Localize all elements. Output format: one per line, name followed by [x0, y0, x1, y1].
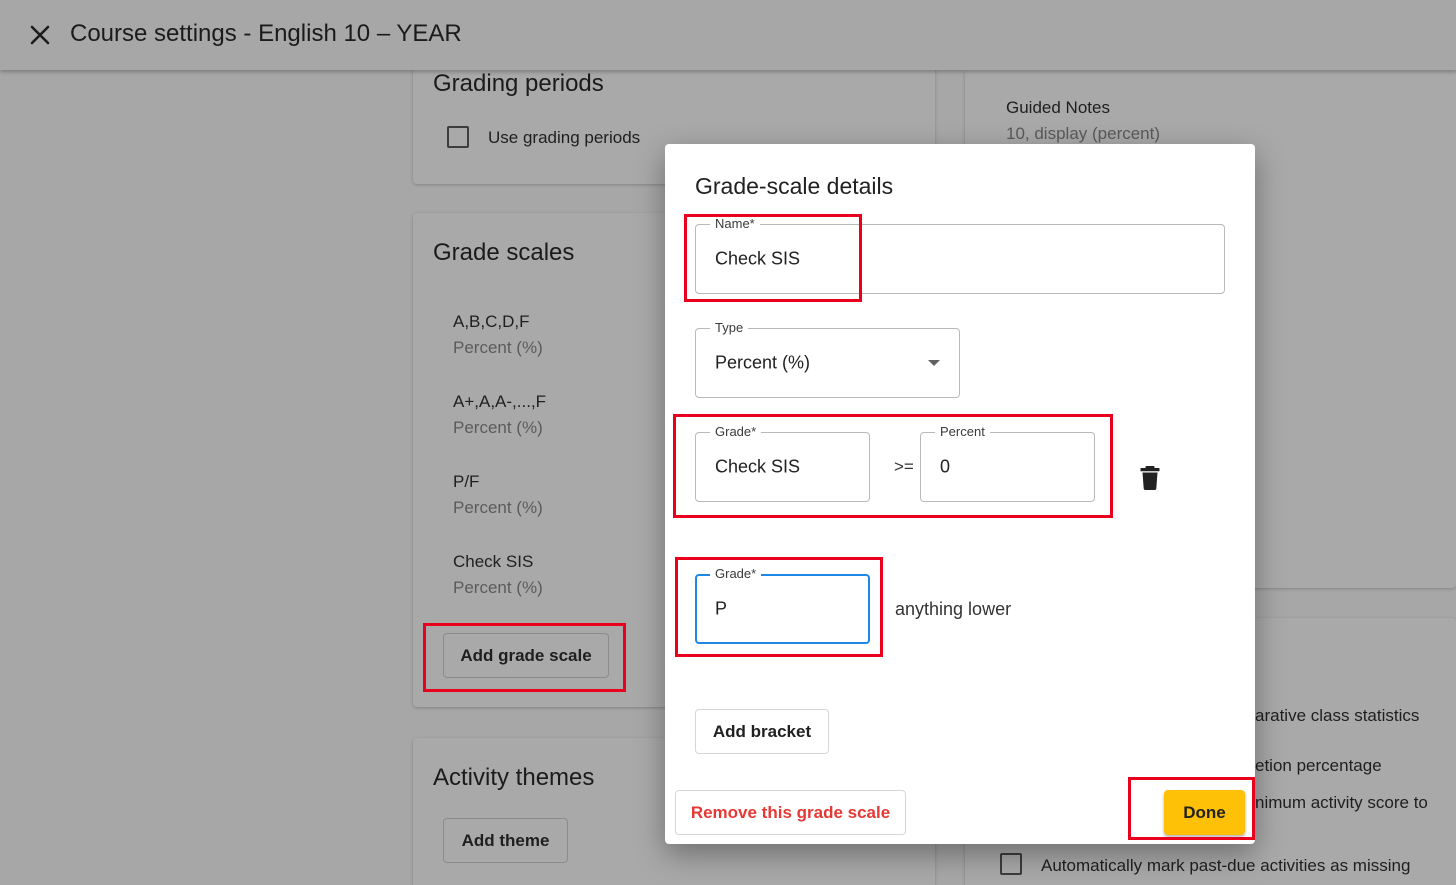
type-select-value: Percent (%) — [715, 352, 811, 373]
grade-scale-name[interactable]: Check SIS — [453, 552, 533, 572]
grade-scale-type: Percent (%) — [453, 418, 543, 437]
grade-scale-type: Percent (%) — [453, 578, 543, 597]
grade-field-label: Grade* — [710, 566, 762, 582]
name-field-value: Check SIS — [715, 248, 801, 269]
add-grade-scale-button[interactable]: Add grade scale — [443, 633, 609, 678]
grading-periods-title: Grading periods — [433, 70, 604, 97]
auto-mark-missing-checkbox[interactable] — [1000, 853, 1022, 875]
percent-field-value: 0 — [940, 456, 951, 477]
grade-scale-name[interactable]: P/F — [453, 472, 479, 492]
grade-scale-name[interactable]: A+,A,A-,...,F — [453, 392, 546, 412]
option-minimum-score: nimum activity score to — [1255, 793, 1428, 812]
close-icon[interactable] — [26, 21, 54, 49]
remove-grade-scale-button[interactable]: Remove this grade scale — [675, 790, 906, 835]
grade-field-label: Grade* — [710, 424, 762, 440]
bracket-percent-field[interactable]: Percent 0 — [920, 424, 1095, 502]
operator-label: >= — [894, 457, 914, 476]
auto-mark-missing-label: Automatically mark past-due activities a… — [1041, 856, 1411, 875]
top-app-bar: Course settings - English 10 – YEAR — [0, 0, 1456, 70]
type-select[interactable]: Type Percent (%) — [695, 320, 960, 398]
bracket-grade-field[interactable]: Grade* Check SIS — [695, 424, 870, 502]
grade-scales-title: Grade scales — [433, 239, 575, 266]
lowest-grade-field[interactable]: Grade* P — [695, 566, 870, 644]
grade-scale-type: Percent (%) — [453, 338, 543, 357]
page-title: Course settings - English 10 – YEAR — [70, 20, 462, 47]
chevron-down-icon — [928, 360, 940, 366]
guided-notes-title: Guided Notes — [1006, 98, 1110, 117]
add-theme-button[interactable]: Add theme — [443, 818, 568, 863]
dialog-title: Grade-scale details — [695, 173, 894, 199]
use-grading-periods-checkbox[interactable] — [447, 126, 469, 148]
grade-scale-name[interactable]: A,B,C,D,F — [453, 312, 530, 332]
grade-field-value: P — [715, 598, 728, 619]
name-field-label: Name* — [710, 216, 760, 232]
option-completion-percentage: etion percentage — [1255, 756, 1382, 775]
grade-scale-type: Percent (%) — [453, 498, 543, 517]
percent-field-label: Percent — [935, 424, 990, 440]
anything-lower-label: anything lower — [895, 599, 1012, 619]
name-field[interactable]: Name* Check SIS — [695, 216, 1225, 294]
grade-field-value: Check SIS — [715, 456, 801, 477]
done-button[interactable]: Done — [1164, 790, 1245, 835]
add-bracket-button[interactable]: Add bracket — [695, 709, 829, 754]
grade-scale-details-dialog: Grade-scale details Name* Check SIS Type… — [665, 144, 1255, 844]
trash-icon[interactable] — [1138, 465, 1162, 491]
guided-notes-subtitle: 10, display (percent) — [1006, 124, 1161, 143]
option-class-statistics: arative class statistics — [1255, 706, 1420, 725]
use-grading-periods-label: Use grading periods — [488, 128, 641, 147]
activity-themes-title: Activity themes — [433, 764, 595, 791]
type-select-label: Type — [710, 320, 749, 336]
